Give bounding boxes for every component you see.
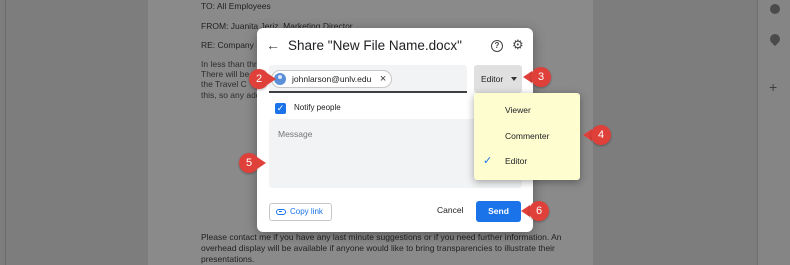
callout-number: 2 <box>249 69 269 89</box>
explore-icon[interactable] <box>770 4 780 14</box>
link-icon <box>276 209 286 215</box>
menu-item-viewer[interactable]: Viewer <box>474 99 580 121</box>
memo-re-line: RE: Company M <box>201 40 264 50</box>
memo-closing-line: overhead display will be available if an… <box>201 243 555 253</box>
left-margin <box>0 0 148 265</box>
callout-number: 4 <box>591 125 611 145</box>
close-icon[interactable]: × <box>380 71 386 87</box>
menu-item-label: Viewer <box>505 105 531 115</box>
help-circle-icon[interactable]: ? <box>491 40 503 52</box>
arrow-back-icon[interactable]: ← <box>266 38 280 52</box>
menu-item-editor[interactable]: ✓ Editor <box>474 150 580 172</box>
add-icon[interactable]: + <box>769 80 781 94</box>
memo-closing-line: Please contact me if you have any last m… <box>201 232 562 242</box>
recipient-chip[interactable]: johnlarson@unlv.edu × <box>271 70 393 88</box>
role-menu: Viewer Commenter ✓ Editor <box>474 93 580 180</box>
cancel-button[interactable]: Cancel <box>437 205 463 215</box>
menu-item-label: Editor <box>505 156 528 166</box>
gear-icon[interactable]: ⚙ <box>512 38 526 52</box>
caret-down-icon <box>511 77 517 81</box>
memo-to-line: TO: All Employees <box>201 1 271 11</box>
send-button[interactable]: Send <box>476 201 521 222</box>
role-dropdown-button[interactable]: Editor <box>474 65 522 93</box>
memo-closing-line: presentations. <box>201 254 255 264</box>
menu-item-commenter[interactable]: Commenter <box>474 125 580 147</box>
callout-number: 6 <box>529 201 549 221</box>
callout-number: 5 <box>239 153 259 173</box>
recipient-email: johnlarson@unlv.edu <box>292 74 372 84</box>
dialog-title: Share "New File Name.docx" <box>288 38 462 53</box>
role-label: Editor <box>481 74 504 84</box>
margin-ruler <box>5 0 6 265</box>
notify-label: Notify people <box>294 103 341 112</box>
callout-pointer <box>257 157 266 169</box>
memo-paragraph-line: the Travel C <box>201 79 247 89</box>
memo-paragraph-line: this, so any add <box>201 90 261 100</box>
menu-item-label: Commenter <box>505 131 550 141</box>
right-margin <box>593 0 757 265</box>
copy-link-label: Copy link <box>290 207 323 216</box>
copy-link-button[interactable]: Copy link <box>269 203 332 221</box>
callout-pointer <box>267 73 276 85</box>
check-icon: ✓ <box>483 155 493 167</box>
notify-checkbox[interactable]: ✓ <box>275 103 286 114</box>
callout-number: 3 <box>531 67 551 87</box>
